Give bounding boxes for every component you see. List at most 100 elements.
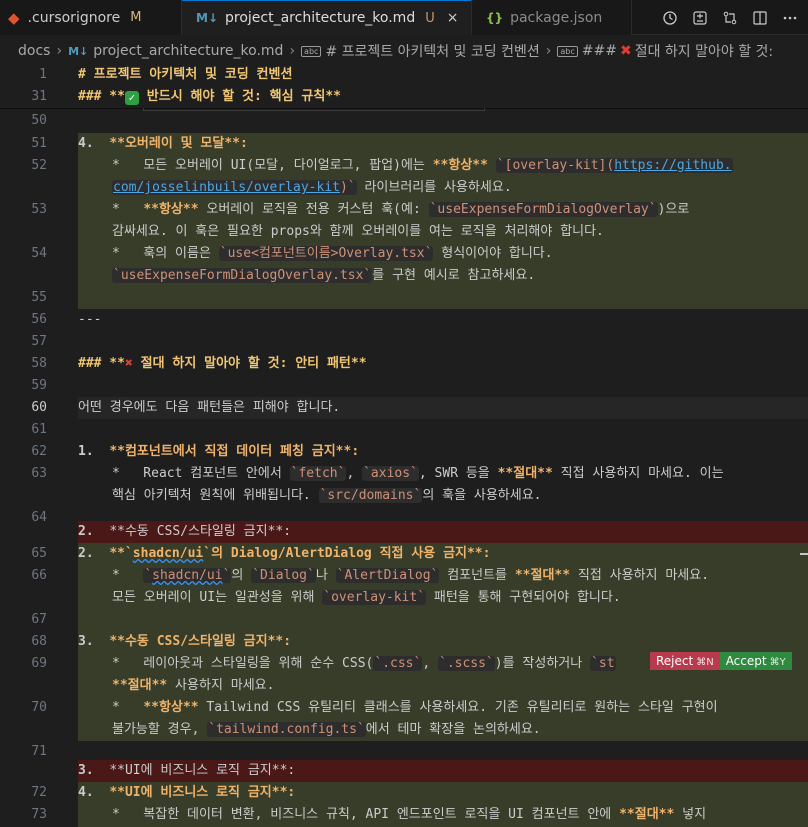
- line-text: * 레이아웃과 스타일링을 위해 순수 CSS(`.css`, `.scss`)…: [112, 656, 616, 671]
- code-line[interactable]: 68 3. **수동 CSS/스타일링 금지**:: [0, 631, 808, 653]
- accept-button[interactable]: Accept ⌘Y: [719, 652, 792, 670]
- cross-mark-icon: ✖: [619, 43, 632, 59]
- line-number: 54: [31, 246, 47, 261]
- more-actions-icon[interactable]: [782, 10, 798, 26]
- tab-label: package.json: [510, 9, 603, 26]
- code-line[interactable]: 54 * 훅의 이름은 `use<컴포넌트이름>Overlay.tsx` 형식이…: [0, 243, 808, 287]
- line-text: 4. **오버레이 및 모달**:: [78, 136, 248, 151]
- chevron-right-icon: ›: [545, 43, 552, 59]
- chevron-right-icon: ›: [289, 43, 296, 59]
- breadcrumb-subsection[interactable]: 절대 하지 말아야 할 것:: [635, 41, 773, 61]
- line-number: 57: [31, 334, 47, 349]
- tab-label: project_architecture_ko.md: [225, 10, 416, 26]
- code-line[interactable]: 73 * 복잡한 데이터 변환, 비즈니스 규칙, API 엔드포인트 로직을 …: [0, 804, 808, 826]
- code-line[interactable]: 65 2. **`shadcn/ui`의 Dialog/AlertDialog …: [0, 543, 808, 565]
- reject-button[interactable]: Reject ⌘N: [650, 652, 720, 670]
- line-number: 52: [31, 158, 47, 173]
- line-text: * **항상** 오버레이 로직을 전용 커스텀 훅(예: `useExpens…: [112, 202, 690, 217]
- line-number: 60: [31, 400, 47, 415]
- line-text: 4. **UI에 비즈니스 로직 금지**:: [78, 785, 296, 800]
- code-line[interactable]: 66 * `shadcn/ui`의 `Dialog`나 `AlertDialog…: [0, 565, 808, 609]
- code-line[interactable]: 63 * React 컴포넌트 안에서 `fetch`, `axios`, SW…: [0, 463, 808, 507]
- line-text-wrapped: `useExpenseFormDialogOverlay.tsx`를 구현 예시…: [112, 268, 536, 283]
- line-text-wrapped: com/josselinbuils/overlay-kit)` 라이브러리를 사…: [112, 180, 512, 195]
- git-compare-icon[interactable]: [722, 10, 738, 26]
- breadcrumb-folder[interactable]: docs: [18, 43, 50, 59]
- line-number: 61: [31, 422, 47, 437]
- code-line[interactable]: 70 * **항상** Tailwind CSS 유틸리티 클래스를 사용하세요…: [0, 697, 808, 741]
- breadcrumb: docs › M↓ project_architecture_ko.md › a…: [0, 38, 808, 64]
- line-text: 어떤 경우에도 다음 패턴들은 피해야 합니다.: [78, 400, 341, 415]
- breadcrumb-section[interactable]: # 프로젝트 아키텍처 및 코딩 컨벤션: [325, 41, 539, 61]
- modified-badge: M: [130, 10, 142, 25]
- code-line[interactable]: 59: [0, 375, 808, 397]
- code-line[interactable]: 51 4. **오버레이 및 모달**:: [0, 133, 808, 155]
- line-text: 2. **`shadcn/ui`의 Dialog/AlertDialog 직접 …: [78, 546, 491, 561]
- tab-label: .cursorignore: [27, 9, 121, 26]
- line-number: 31: [31, 89, 47, 104]
- markdown-icon: M↓: [68, 44, 89, 58]
- tab-package-json[interactable]: {} package.json: [472, 0, 632, 35]
- close-icon[interactable]: ×: [447, 10, 459, 26]
- line-number: 73: [31, 807, 47, 822]
- link[interactable]: com/josselinbuils/overlay-kit: [113, 180, 340, 195]
- line-number: 72: [31, 785, 47, 800]
- code-line-active[interactable]: 60 어떤 경우에도 다음 패턴들은 피해야 합니다.: [0, 397, 808, 419]
- compare-changes-icon[interactable]: [692, 10, 708, 26]
- chevron-right-icon: ›: [56, 43, 63, 59]
- code-line[interactable]: 52 * 모든 오버레이 UI(모달, 다이얼로그, 팝업)에는 **항상** …: [0, 155, 808, 199]
- code-line[interactable]: 57: [0, 331, 808, 353]
- editor[interactable]: 1 # 프로젝트 아키텍처 및 코딩 컨벤션 31 ### ** ✓ 반드시 해야…: [0, 64, 808, 827]
- code-line[interactable]: 72 4. **UI에 비즈니스 로직 금지**:: [0, 782, 808, 804]
- code-line[interactable]: 62 1. **컴포넌트에서 직접 데이터 페칭 금지**:: [0, 441, 808, 463]
- line-number: 55: [31, 290, 47, 305]
- json-icon: {}: [486, 10, 504, 25]
- line-number: 59: [31, 378, 47, 393]
- line-text-wrapped: **절대** 사용하지 마세요.: [112, 678, 275, 693]
- code-line[interactable]: 56 ---: [0, 309, 808, 331]
- line-number: 51: [31, 136, 47, 151]
- line-number: 53: [31, 202, 47, 217]
- line-text-wrapped: 불가능할 경우, `tailwind.config.ts`에서 테마 확장을 논…: [112, 722, 541, 737]
- editor-actions: [662, 0, 798, 35]
- string-symbol-icon: abc: [557, 45, 578, 57]
- code-line[interactable]: 50: [0, 110, 808, 132]
- sticky-line[interactable]: 31 ### ** ✓ 반드시 해야 할 것: 핵심 규칙**: [0, 86, 808, 108]
- line-number: 65: [31, 546, 47, 561]
- removed-line: 3. **UI에 비즈니스 로직 금지**:: [0, 760, 808, 782]
- line-text: ---: [78, 312, 102, 327]
- line-text: 3. **수동 CSS/스타일링 금지**:: [78, 634, 292, 649]
- scrollbar-marker[interactable]: [800, 553, 808, 555]
- link[interactable]: https://github.: [614, 158, 731, 173]
- string-symbol-icon: abc: [301, 45, 322, 57]
- line-number: 50: [31, 113, 47, 128]
- line-text: * 훅의 이름은 `use<컴포넌트이름>Overlay.tsx` 형식이어야 …: [112, 246, 553, 261]
- breadcrumb-file[interactable]: project_architecture_ko.md: [93, 43, 283, 59]
- line-text: 2. **수동 CSS/스타일링 금지**:: [78, 524, 292, 539]
- code-line[interactable]: 58 ### **✖ 절대 하지 말아야 할 것: 안티 패턴**: [0, 353, 808, 375]
- tab-bar: ◆ .cursorignore M M↓ project_architectur…: [0, 0, 808, 35]
- line-number: 69: [31, 656, 47, 671]
- line-text: * `shadcn/ui`의 `Dialog`나 `AlertDialog` 컴…: [112, 568, 710, 583]
- tab-cursorignore[interactable]: ◆ .cursorignore M: [0, 0, 182, 35]
- line-number: 56: [31, 312, 47, 327]
- line-text: * 모든 오버레이 UI(모달, 다이얼로그, 팝업)에는 **항상** `[o…: [112, 158, 733, 173]
- heading-text: # 프로젝트 아키텍처 및 코딩 컨벤션: [78, 67, 293, 82]
- untracked-badge: U: [425, 10, 435, 26]
- line-number: 70: [31, 700, 47, 715]
- code-line[interactable]: 61: [0, 419, 808, 441]
- code-line[interactable]: 53 * **항상** 오버레이 로직을 전용 커스텀 훅(예: `useExp…: [0, 199, 808, 243]
- sticky-line[interactable]: 1 # 프로젝트 아키텍처 및 코딩 컨벤션: [0, 64, 808, 86]
- line-text: * **항상** Tailwind CSS 유틸리티 클래스를 사용하세요. 기…: [112, 700, 718, 715]
- cross-mark-icon: ✖: [124, 356, 133, 371]
- removed-line: 2. **수동 CSS/스타일링 금지**:: [0, 521, 808, 543]
- line-number: 67: [31, 612, 47, 627]
- code-line[interactable]: 67: [0, 609, 808, 631]
- history-icon[interactable]: [662, 10, 678, 26]
- tab-project-architecture[interactable]: M↓ project_architecture_ko.md U ×: [182, 0, 472, 35]
- code-line[interactable]: 55: [0, 287, 808, 309]
- heading-text: ### ** ✓ 반드시 해야 할 것: 핵심 규칙**: [78, 89, 341, 105]
- split-editor-icon[interactable]: [752, 10, 768, 26]
- breadcrumb-subsection-prefix[interactable]: ###: [582, 43, 617, 59]
- line-text-wrapped: 모든 오버레이 UI는 일관성을 위해 `overlay-kit` 패턴을 통해…: [112, 590, 621, 605]
